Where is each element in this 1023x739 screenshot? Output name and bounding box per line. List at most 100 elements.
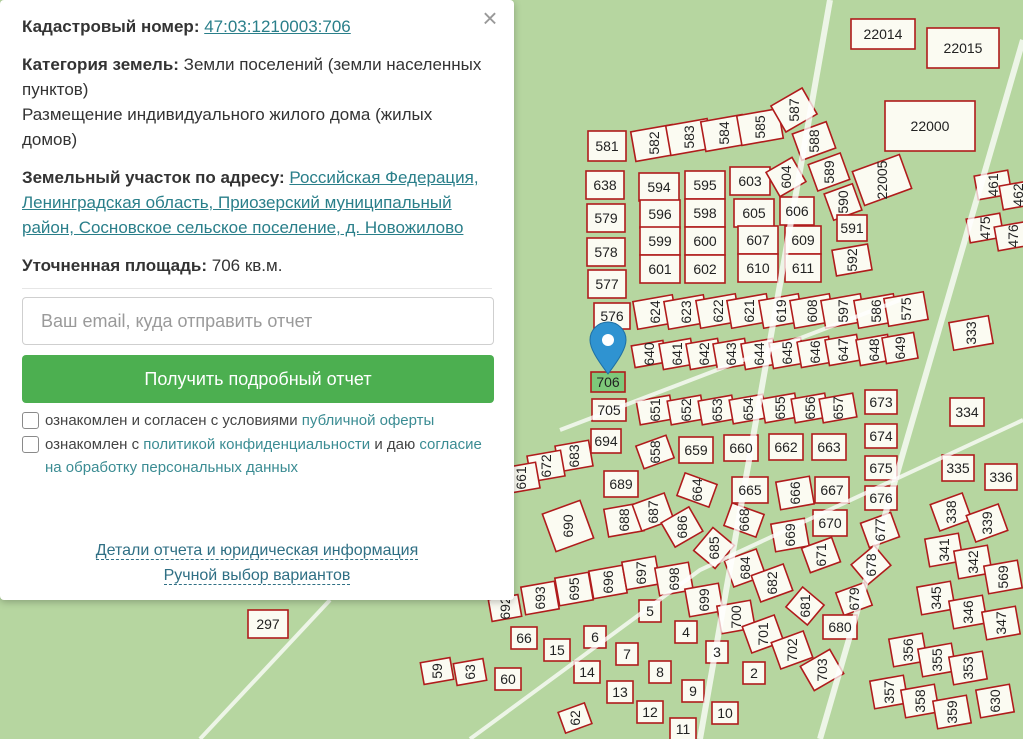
address-row: Земельный участок по адресу: Российская … bbox=[22, 165, 492, 240]
plot-label-342: 342 bbox=[965, 550, 981, 574]
plot-info-panel: × Кадастровый номер: 47:03:1210003:706 К… bbox=[0, 0, 514, 600]
plot-label-696: 696 bbox=[600, 570, 616, 594]
privacy-consent-label-1: ознакомлен с bbox=[45, 436, 140, 453]
plot-label-578: 578 bbox=[594, 244, 618, 260]
plot-label-687: 687 bbox=[645, 500, 661, 524]
plot-label-690: 690 bbox=[560, 514, 576, 538]
get-report-button[interactable]: Получить подробный отчет bbox=[22, 355, 494, 403]
plot-label-647: 647 bbox=[835, 338, 851, 362]
plot-label-670: 670 bbox=[818, 515, 842, 531]
plot-label-595: 595 bbox=[693, 177, 717, 193]
plot-label-592: 592 bbox=[844, 248, 860, 272]
plot-label-12: 12 bbox=[642, 704, 658, 720]
plot-label-601: 601 bbox=[648, 261, 672, 277]
plot-label-663: 663 bbox=[817, 439, 841, 455]
plot-label-338: 338 bbox=[943, 500, 959, 524]
plot-label-682: 682 bbox=[764, 571, 780, 595]
plot-label-5: 5 bbox=[646, 603, 654, 619]
plot-label-676: 676 bbox=[869, 490, 893, 506]
plot-label-606: 606 bbox=[785, 203, 809, 219]
plot-label-644: 644 bbox=[751, 342, 767, 366]
plot-label-611: 611 bbox=[792, 260, 815, 276]
privacy-consent-label-2: и даю bbox=[374, 436, 416, 453]
plot-label-608: 608 bbox=[804, 299, 820, 323]
plot-label-22000: 22000 bbox=[911, 118, 950, 134]
plot-label-336: 336 bbox=[989, 469, 1013, 485]
plot-label-701: 701 bbox=[755, 622, 771, 646]
privacy-consent-checkbox[interactable] bbox=[22, 436, 39, 453]
plot-label-596: 596 bbox=[648, 206, 672, 222]
plot-label-619: 619 bbox=[773, 299, 789, 323]
plot-label-697: 697 bbox=[633, 561, 649, 585]
plot-label-341: 341 bbox=[936, 538, 952, 562]
plot-label-355: 355 bbox=[929, 648, 945, 672]
plot-label-59: 59 bbox=[429, 663, 445, 679]
email-input[interactable] bbox=[22, 297, 494, 345]
area-row: Уточненная площадь: 706 кв.м. bbox=[22, 253, 492, 278]
plot-label-4: 4 bbox=[682, 624, 690, 640]
offer-consent-row: ознакомлен и согласен с условиями публич… bbox=[22, 409, 492, 432]
plot-label-599: 599 bbox=[648, 233, 672, 249]
plot-label-679: 679 bbox=[846, 587, 862, 611]
plot-label-2: 2 bbox=[750, 665, 758, 681]
plot-label-659: 659 bbox=[684, 442, 708, 458]
plot-label-604: 604 bbox=[778, 165, 794, 189]
plot-label-658: 658 bbox=[647, 440, 663, 464]
plot-label-653: 653 bbox=[709, 398, 725, 422]
plot-label-14: 14 bbox=[579, 664, 595, 680]
plot-label-9: 9 bbox=[689, 683, 697, 699]
plot-label-669: 669 bbox=[782, 523, 798, 547]
plot-label-576: 576 bbox=[600, 308, 624, 324]
plot-label-475: 475 bbox=[977, 216, 993, 240]
report-details-link[interactable]: Детали отчета и юридическая информация bbox=[95, 542, 419, 560]
plot-label-603: 603 bbox=[738, 173, 762, 189]
plot-label-353: 353 bbox=[960, 656, 976, 680]
plot-label-695: 695 bbox=[566, 577, 582, 601]
plot-label-664: 664 bbox=[689, 478, 705, 502]
plot-label-674: 674 bbox=[869, 428, 893, 444]
plot-label-686: 686 bbox=[674, 515, 690, 539]
plot-label-589: 589 bbox=[821, 160, 837, 184]
plot-label-661: 661 bbox=[513, 466, 529, 490]
public-offer-link[interactable]: публичной оферты bbox=[302, 412, 435, 429]
plot-label-62: 62 bbox=[567, 710, 583, 726]
plot-label-569: 569 bbox=[995, 565, 1011, 589]
plot-label-22015: 22015 bbox=[944, 40, 983, 56]
plot-label-346: 346 bbox=[960, 600, 976, 624]
plot-label-675: 675 bbox=[869, 460, 893, 476]
plot-label-10: 10 bbox=[717, 705, 733, 721]
close-icon[interactable]: × bbox=[478, 5, 502, 31]
plot-label-693: 693 bbox=[532, 586, 548, 610]
plot-label-333: 333 bbox=[963, 321, 979, 345]
privacy-policy-link[interactable]: политикой конфиденциальности bbox=[143, 436, 370, 453]
plot-label-698: 698 bbox=[666, 567, 682, 591]
plot-label-597: 597 bbox=[835, 299, 851, 323]
plot-label-681: 681 bbox=[797, 594, 813, 618]
plot-label-678: 678 bbox=[863, 553, 879, 577]
plot-label-702: 702 bbox=[784, 638, 800, 662]
plot-label-22005: 22005 bbox=[874, 160, 890, 199]
area-label: Уточненная площадь: bbox=[22, 256, 207, 275]
plot-label-600: 600 bbox=[693, 233, 717, 249]
plot-label-673: 673 bbox=[869, 394, 893, 410]
plot-label-699: 699 bbox=[696, 588, 712, 612]
plot-label-624: 624 bbox=[647, 300, 663, 324]
cadastral-number-link[interactable]: 47:03:1210003:706 bbox=[204, 17, 351, 36]
plot-label-667: 667 bbox=[820, 482, 844, 498]
plot-label-700: 700 bbox=[728, 605, 744, 629]
plot-label-645: 645 bbox=[779, 341, 795, 365]
plot-label-689: 689 bbox=[609, 476, 633, 492]
plot-label-655: 655 bbox=[772, 396, 788, 420]
plot-label-703: 703 bbox=[814, 658, 830, 682]
manual-selection-link[interactable]: Ручной выбор вариантов bbox=[163, 567, 351, 585]
plot-label-11: 11 bbox=[676, 721, 691, 737]
plot-label-577: 577 bbox=[595, 276, 619, 292]
cadastral-number-label: Кадастровый номер: bbox=[22, 17, 200, 36]
plot-label-705: 705 bbox=[597, 402, 621, 418]
offer-consent-label: ознакомлен и согласен с условиями bbox=[45, 412, 298, 429]
plot-label-66: 66 bbox=[516, 630, 532, 646]
offer-consent-checkbox[interactable] bbox=[22, 412, 39, 429]
plot-label-646: 646 bbox=[807, 340, 823, 364]
plot-label-648: 648 bbox=[866, 338, 882, 362]
plot-label-347: 347 bbox=[993, 611, 1009, 635]
